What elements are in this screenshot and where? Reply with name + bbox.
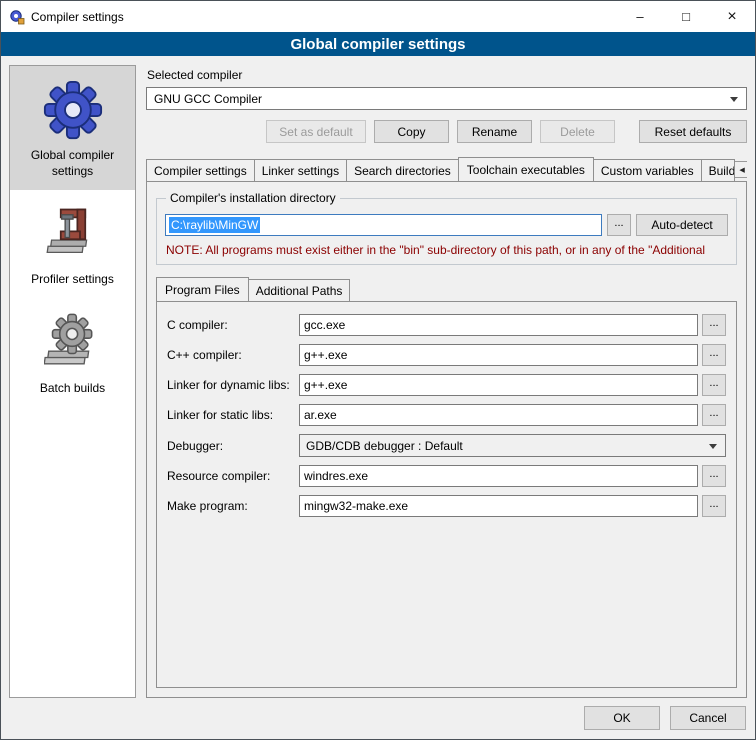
compiler-settings-window: Compiler settings – □ × Global compiler … <box>0 0 756 740</box>
field-row-static-linker: Linker for static libs: ... <box>167 404 726 426</box>
tab-scroll-left-icon[interactable]: ◀ <box>734 161 747 178</box>
cpp-compiler-input[interactable] <box>299 344 698 366</box>
field-row-debugger: Debugger: GDB/CDB debugger : Default <box>167 434 726 457</box>
cpp-compiler-label: C++ compiler: <box>167 348 299 362</box>
toolchain-executables-page: Compiler's installation directory C:\ray… <box>146 181 747 698</box>
profiler-clamp-icon <box>45 203 101 265</box>
resource-compiler-input[interactable] <box>299 465 698 487</box>
set-as-default-button[interactable]: Set as default <box>266 120 366 143</box>
install-dir-value: C:\raylib\MinGW <box>169 217 260 233</box>
selected-compiler-dropdown[interactable]: GNU GCC Compiler <box>146 87 747 110</box>
cpp-compiler-browse-button[interactable]: ... <box>702 344 726 366</box>
minimize-button[interactable]: – <box>617 1 663 32</box>
settings-category-sidebar: Global compiler settings <box>9 65 136 698</box>
field-row-make-program: Make program: ... <box>167 495 726 517</box>
static-linker-input[interactable] <box>299 404 698 426</box>
tab-toolchain-executables[interactable]: Toolchain executables <box>458 157 594 181</box>
selected-compiler-label: Selected compiler <box>147 68 747 82</box>
window-title: Compiler settings <box>31 10 124 24</box>
compiler-actions-row: Set as default Copy Rename Delete Reset … <box>146 120 747 143</box>
reset-defaults-button[interactable]: Reset defaults <box>639 120 747 143</box>
sidebar-item-label: Batch builds <box>40 381 105 397</box>
copy-button[interactable]: Copy <box>374 120 449 143</box>
delete-button[interactable]: Delete <box>540 120 615 143</box>
close-button[interactable]: × <box>709 1 755 32</box>
chevron-down-icon <box>709 444 717 449</box>
install-dir-row: C:\raylib\MinGW ... Auto-detect <box>165 214 728 236</box>
field-row-c-compiler: C compiler: ... <box>167 314 726 336</box>
make-program-label: Make program: <box>167 499 299 513</box>
static-linker-browse-button[interactable]: ... <box>702 404 726 426</box>
sidebar-item-label: Global compiler settings <box>14 148 131 179</box>
blue-gear-icon <box>43 79 103 141</box>
rename-button[interactable]: Rename <box>457 120 532 143</box>
sidebar-item-batch-builds[interactable]: Batch builds <box>10 299 135 408</box>
install-dir-input[interactable]: C:\raylib\MinGW <box>165 214 602 236</box>
sidebar-item-profiler-settings[interactable]: Profiler settings <box>10 190 135 299</box>
install-dir-browse-button[interactable]: ... <box>607 214 631 236</box>
dynamic-linker-input[interactable] <box>299 374 698 396</box>
install-dir-group: Compiler's installation directory C:\ray… <box>156 198 737 265</box>
settings-tabstrip: Compiler settings Linker settings Search… <box>146 157 747 181</box>
resource-compiler-label: Resource compiler: <box>167 469 299 483</box>
field-row-resource-compiler: Resource compiler: ... <box>167 465 726 487</box>
selected-compiler-value: GNU GCC Compiler <box>154 92 262 106</box>
dialog-footer: OK Cancel <box>1 704 755 739</box>
static-linker-label: Linker for static libs: <box>167 408 299 422</box>
app-icon <box>9 9 25 25</box>
main-panel: Selected compiler GNU GCC Compiler Set a… <box>146 65 747 698</box>
subtab-program-files[interactable]: Program Files <box>156 277 249 301</box>
tab-linker-settings[interactable]: Linker settings <box>254 159 347 181</box>
tab-custom-variables[interactable]: Custom variables <box>593 159 702 181</box>
sidebar-item-global-compiler-settings[interactable]: Global compiler settings <box>10 66 135 190</box>
c-compiler-input[interactable] <box>299 314 698 336</box>
c-compiler-browse-button[interactable]: ... <box>702 314 726 336</box>
field-row-cpp-compiler: C++ compiler: ... <box>167 344 726 366</box>
install-dir-group-title: Compiler's installation directory <box>166 191 340 205</box>
dialog-header: Global compiler settings <box>1 32 755 56</box>
tab-compiler-settings[interactable]: Compiler settings <box>146 159 255 181</box>
c-compiler-label: C compiler: <box>167 318 299 332</box>
field-row-dynamic-linker: Linker for dynamic libs: ... <box>167 374 726 396</box>
ok-button[interactable]: OK <box>584 706 660 730</box>
auto-detect-button[interactable]: Auto-detect <box>636 214 728 236</box>
debugger-label: Debugger: <box>167 439 299 453</box>
dynamic-linker-label: Linker for dynamic libs: <box>167 378 299 392</box>
debugger-select[interactable]: GDB/CDB debugger : Default <box>299 434 726 457</box>
make-program-input[interactable] <box>299 495 698 517</box>
subtab-additional-paths[interactable]: Additional Paths <box>248 279 351 301</box>
tab-scroll-controls: ◀ ▶ <box>734 161 747 178</box>
dialog-content: Global compiler settings <box>1 56 755 704</box>
cancel-button[interactable]: Cancel <box>670 706 746 730</box>
window-controls: – □ × <box>617 1 755 32</box>
titlebar[interactable]: Compiler settings – □ × <box>1 1 755 32</box>
program-files-page: C compiler: ... C++ compiler: ... Linker… <box>156 301 737 688</box>
tab-search-directories[interactable]: Search directories <box>346 159 459 181</box>
gray-gear-stack-icon <box>44 312 102 374</box>
make-program-browse-button[interactable]: ... <box>702 495 726 517</box>
maximize-button[interactable]: □ <box>663 1 709 32</box>
sidebar-item-label: Profiler settings <box>31 272 114 288</box>
tab-build-options[interactable]: Build options <box>701 159 735 181</box>
dynamic-linker-browse-button[interactable]: ... <box>702 374 726 396</box>
chevron-down-icon <box>730 97 738 102</box>
resource-compiler-browse-button[interactable]: ... <box>702 465 726 487</box>
note-text: NOTE: All programs must exist either in … <box>166 243 728 257</box>
program-files-tabstrip: Program Files Additional Paths <box>156 277 737 301</box>
debugger-select-value: GDB/CDB debugger : Default <box>306 439 463 453</box>
